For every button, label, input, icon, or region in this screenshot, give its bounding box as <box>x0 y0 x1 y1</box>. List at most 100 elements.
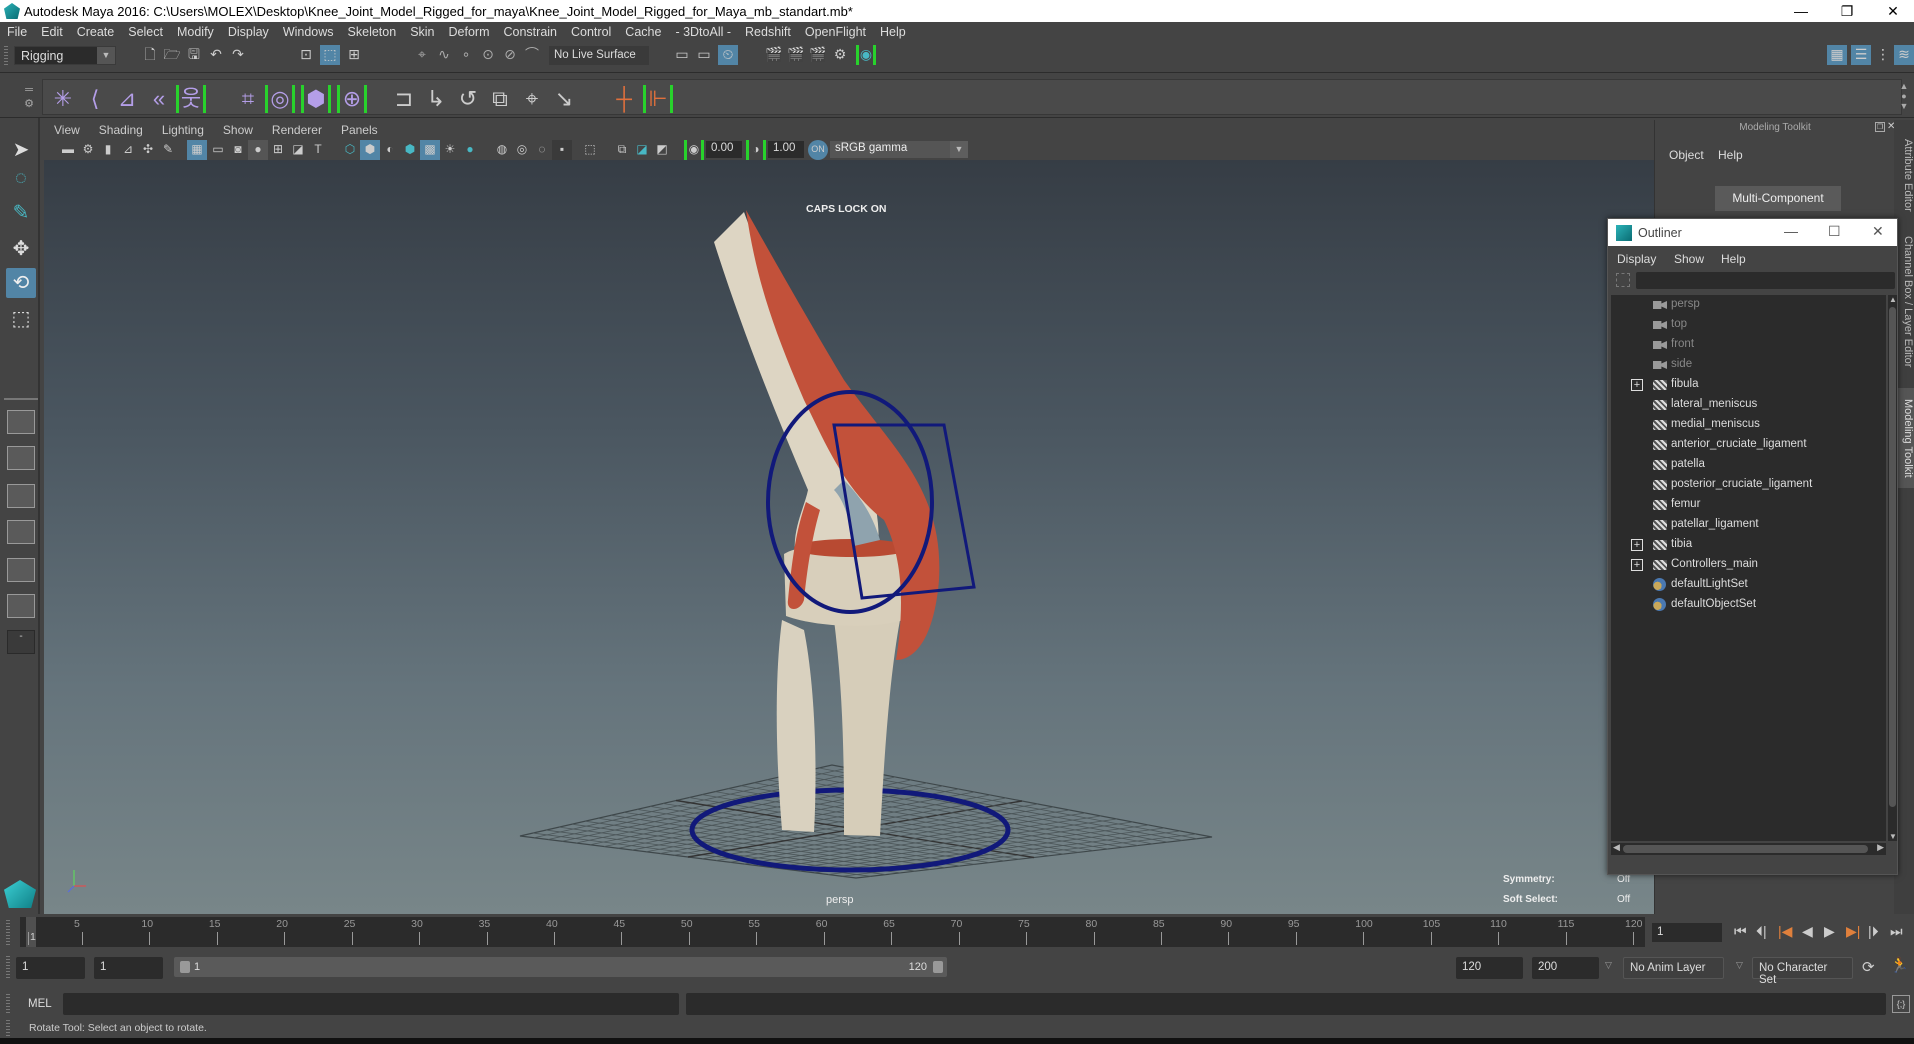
play-backwards-icon[interactable]: ◀ <box>1802 923 1813 940</box>
snap-grid-icon[interactable]: ⌖ <box>412 45 432 65</box>
menu-control[interactable]: Control <box>564 22 618 39</box>
wireframe-on-shaded-icon[interactable]: ⬢ <box>400 140 420 160</box>
scroll-thumb[interactable] <box>1889 307 1896 807</box>
menu-select[interactable]: Select <box>121 22 170 39</box>
step-back-key-icon[interactable]: |◀ <box>1778 923 1792 940</box>
tool-settings-toggle-icon[interactable]: ⋮ <box>1873 45 1893 65</box>
shelf-scroll[interactable]: ▲ ● ▼ <box>1898 81 1910 113</box>
perspective-viewport[interactable] <box>44 160 1654 914</box>
layout-four-pane-icon[interactable] <box>7 446 35 470</box>
minimize-button[interactable]: — <box>1778 0 1824 22</box>
expand-icon[interactable]: + <box>1631 379 1643 391</box>
panel-menu-lighting[interactable]: Lighting <box>152 120 213 137</box>
paint-select-tool-icon[interactable]: ✎ <box>6 198 36 228</box>
menu-cache[interactable]: Cache <box>618 22 668 39</box>
outliner-maximize-button[interactable]: ☐ <box>1828 223 1841 240</box>
orient-constraint-icon[interactable]: ↺ <box>453 85 483 113</box>
anti-aliasing-icon[interactable]: ◌ <box>532 140 552 160</box>
status-line-grip[interactable] <box>4 46 8 66</box>
depth-of-field-icon[interactable]: ▪ <box>552 140 572 160</box>
animation-end-field[interactable]: 200 <box>1532 957 1599 979</box>
expand-icon[interactable]: + <box>1631 559 1643 571</box>
layout-single-pane-icon[interactable] <box>7 410 35 434</box>
time-slider[interactable]: 1 5 10 15 20 25 30 35 40 45 50 55 60 65 70 75 80 85 90 95 10… <box>20 917 1645 947</box>
point-constraint-icon[interactable]: ↳ <box>421 85 451 113</box>
menu-help[interactable]: Help <box>873 22 913 39</box>
add-attribute-icon[interactable]: ┼ <box>609 85 639 113</box>
outliner-item-femur[interactable]: femur <box>1611 495 1881 515</box>
outliner-menu-help[interactable]: Help <box>1721 252 1746 266</box>
xray-icon[interactable]: ⧉ <box>612 140 632 160</box>
rotate-tool-icon[interactable]: ⟲ <box>6 268 36 298</box>
new-scene-icon[interactable]: 🗋 <box>140 45 160 65</box>
open-scene-icon[interactable]: 🗁 <box>162 45 182 65</box>
outliner-item-medial-meniscus[interactable]: medial_meniscus <box>1611 415 1881 435</box>
outliner-item-persp[interactable]: persp <box>1611 295 1881 315</box>
gamma-icon[interactable]: ◑ <box>746 140 766 160</box>
reference-editor-icon[interactable]: ⊩ <box>643 85 673 113</box>
step-forward-key-icon[interactable]: ▶| <box>1846 923 1860 940</box>
view-transform-dropdown[interactable]: sRGB gamma ▼ <box>830 141 968 158</box>
menu-skeleton[interactable]: Skeleton <box>341 22 404 39</box>
play-forwards-icon[interactable]: ▶ <box>1824 923 1835 940</box>
menu-modify[interactable]: Modify <box>170 22 221 39</box>
isolate-select-icon[interactable]: ⬚ <box>580 140 600 160</box>
menu-edit[interactable]: Edit <box>34 22 70 39</box>
default-material-icon[interactable]: ◐ <box>380 140 400 160</box>
bind-skin-icon[interactable]: ◎ <box>265 85 295 113</box>
menu-deform[interactable]: Deform <box>442 22 497 39</box>
outliner-item-controllers-main[interactable]: + Controllers_main <box>1611 555 1881 575</box>
menuset-dropdown[interactable]: Rigging ▼ <box>14 46 116 65</box>
scale-constraint-icon[interactable]: ⧉ <box>485 85 515 113</box>
hypershade-icon[interactable]: ◉ <box>856 45 876 65</box>
construction-history-icon[interactable]: ⏲ <box>718 45 738 65</box>
menu-constrain[interactable]: Constrain <box>497 22 565 39</box>
grid-toggle-icon[interactable]: ▦ <box>187 140 207 160</box>
tab-attribute-editor[interactable]: Attribute Editor <box>1894 130 1914 220</box>
gamma-field[interactable]: 1.00 <box>768 141 804 158</box>
output-ops-icon[interactable]: ▭ <box>694 45 714 65</box>
paint-weights-icon[interactable]: ⌗ <box>233 85 263 113</box>
screen-space-ao-icon[interactable]: ◍ <box>492 140 512 160</box>
textured-icon[interactable]: ▩ <box>420 140 440 160</box>
scale-tool-icon[interactable]: ⬚ <box>6 304 36 334</box>
layout-persp-graph-icon[interactable] <box>7 520 35 544</box>
snap-curve-icon[interactable]: ∿ <box>434 45 454 65</box>
menu-3dtoall[interactable]: - 3DtoAll - <box>668 22 738 39</box>
shelf-menu-icon[interactable]: ═ ⚙ <box>20 83 38 111</box>
aim-constraint-icon[interactable]: ⌖ <box>517 85 547 113</box>
wireframe-icon[interactable]: ⬡ <box>340 140 360 160</box>
render-settings-icon[interactable]: ⚙ <box>830 45 850 65</box>
undo-icon[interactable]: ↶ <box>206 45 226 65</box>
scroll-right-icon[interactable]: ▶ <box>1877 842 1884 853</box>
outliner-horizontal-scrollbar[interactable]: ◀ ▶ <box>1611 842 1886 855</box>
snap-point-icon[interactable]: ∘ <box>456 45 476 65</box>
mtk-menu-object[interactable]: Object <box>1669 148 1704 162</box>
modeling-toolkit-toggle-icon[interactable]: ▦ <box>1827 45 1847 65</box>
menu-file[interactable]: File <box>0 22 34 39</box>
float-panel-icon[interactable]: ❐ <box>1875 122 1885 132</box>
go-to-start-icon[interactable]: ⏮ <box>1734 923 1747 940</box>
safe-title-icon[interactable]: T <box>308 140 328 160</box>
xray-components-icon[interactable]: ◩ <box>652 140 672 160</box>
character-set-dropdown[interactable]: No Character Set <box>1752 957 1853 986</box>
range-slider-grip[interactable] <box>6 956 10 980</box>
menu-create[interactable]: Create <box>70 22 122 39</box>
joint-tool-icon[interactable]: ✳ <box>48 85 78 113</box>
select-component-icon[interactable]: ⊞ <box>344 45 364 65</box>
grease-pencil-icon[interactable]: ✎ <box>158 140 178 160</box>
camera-attributes-icon[interactable]: ⚙ <box>78 140 98 160</box>
safe-action-icon[interactable]: ◪ <box>288 140 308 160</box>
step-back-frame-icon[interactable]: ⏴| <box>1756 923 1767 940</box>
smooth-shade-icon[interactable]: ⬢ <box>360 140 380 160</box>
scroll-down-icon[interactable]: ▼ <box>1889 832 1897 841</box>
resolution-gate-icon[interactable]: ◙ <box>228 140 248 160</box>
menu-skin[interactable]: Skin <box>403 22 441 39</box>
animation-start-field[interactable]: 1 <box>16 957 85 979</box>
character-set-chevron-icon[interactable]: ▽ <box>1736 960 1743 971</box>
playback-start-field[interactable]: 1 <box>94 957 163 979</box>
render-frame-icon[interactable]: 🎬 <box>786 45 806 65</box>
animation-preferences-icon[interactable]: 🏃 <box>1890 956 1909 974</box>
color-management-toggle-icon[interactable]: ON <box>808 140 828 160</box>
outliner-item-patella[interactable]: patella <box>1611 455 1881 475</box>
